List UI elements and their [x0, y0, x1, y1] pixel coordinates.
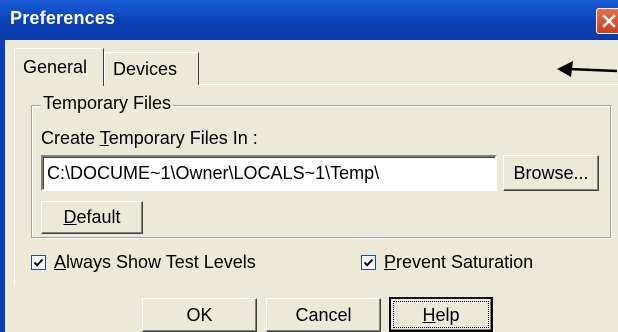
help-button-label: Help	[422, 305, 460, 325]
temporary-files-group-title: Temporary Files	[41, 93, 174, 114]
tab-devices[interactable]: Devices	[104, 52, 199, 85]
create-temp-files-label: Create Temporary Files In :	[41, 128, 258, 148]
always-show-test-levels-checkbox[interactable]	[31, 255, 46, 270]
temp-folder-path-input[interactable]: C:\DOCUME~1\Owner\LOCALS~1\Temp\	[41, 155, 497, 191]
browse-button[interactable]: Browse...	[503, 155, 599, 191]
default-button[interactable]: Default	[41, 201, 143, 234]
cancel-button[interactable]: Cancel	[266, 298, 381, 332]
tab-general[interactable]: General	[14, 48, 104, 86]
help-button[interactable]: Help	[389, 297, 493, 332]
tab-general-label: General	[23, 57, 88, 77]
tab-devices-label: Devices	[113, 59, 178, 79]
prevent-saturation-checkbox[interactable]	[361, 255, 376, 270]
prevent-saturation-label[interactable]: Prevent Saturation	[384, 252, 533, 273]
ok-button[interactable]: OK	[142, 298, 257, 332]
window-title: Preferences	[10, 8, 116, 28]
ok-button-label: OK	[186, 305, 213, 325]
preferences-dialog: Preferences General Devices Temporary Fi…	[0, 0, 618, 332]
arrow-left-icon	[555, 58, 618, 87]
title-bar[interactable]: Preferences	[0, 0, 618, 40]
window-frame-left	[0, 40, 5, 332]
cancel-button-label: Cancel	[295, 305, 352, 325]
close-button[interactable]	[596, 8, 618, 34]
browse-button-label: Browse...	[513, 163, 589, 183]
always-show-test-levels-label[interactable]: Always Show Test Levels	[54, 252, 256, 273]
default-button-label: Default	[63, 207, 121, 227]
